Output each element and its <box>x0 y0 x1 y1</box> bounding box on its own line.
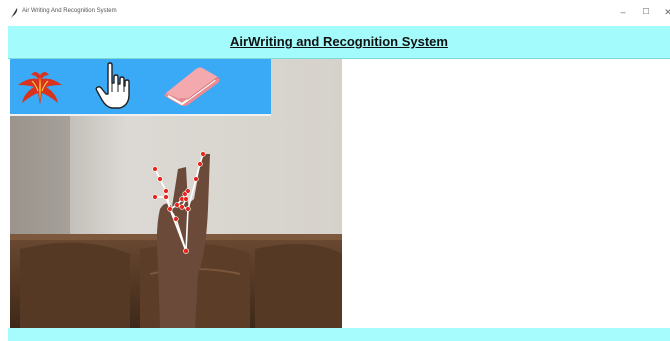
pointing-hand-icon[interactable] <box>92 61 132 111</box>
window-titlebar: Air Writing And Recognition System – ☐ ✕ <box>0 0 670 26</box>
header-bar: AirWriting and Recognition System <box>8 26 670 59</box>
eraser-icon[interactable] <box>160 63 224 109</box>
phoenix-icon[interactable] <box>14 65 66 109</box>
window-title: Air Writing And Recognition System <box>22 8 117 14</box>
close-button[interactable]: ✕ <box>662 6 670 18</box>
drawing-canvas[interactable] <box>8 59 670 328</box>
app-frame: AirWriting and Recognition System <box>8 26 670 341</box>
tool-palette <box>10 59 271 116</box>
feather-icon <box>11 8 18 18</box>
minimize-button[interactable]: – <box>617 6 629 18</box>
webcam-feed <box>10 59 342 328</box>
maximize-button[interactable]: ☐ <box>640 6 652 18</box>
footer-bar <box>8 328 670 341</box>
page-title: AirWriting and Recognition System <box>230 34 448 49</box>
